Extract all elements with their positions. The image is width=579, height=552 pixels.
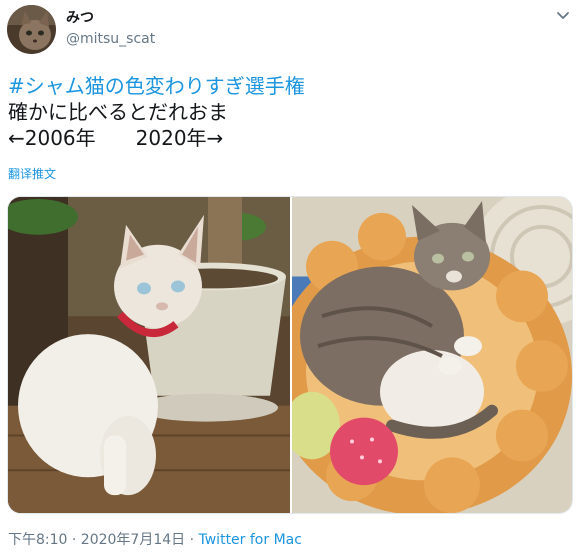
tweet-line-1: 確かに比べるとだれおま [8, 100, 228, 124]
translate-tweet-link[interactable]: 翻译推文 [8, 166, 56, 182]
source-link[interactable]: Twitter for Mac [199, 532, 302, 548]
tweet-text: #シャム猫の色変わりすぎ選手権 確かに比べるとだれおま ←2006年 2020年… [8, 73, 568, 151]
grey-tabby-cat-in-bed-photo[interactable] [292, 197, 572, 513]
cat-avatar-icon [7, 5, 56, 54]
chevron-down-icon[interactable] [555, 8, 571, 24]
tweet-card: みつ @mitsu_scat #シャム猫の色変わりすぎ選手権 確かに比べるとだれ… [0, 0, 579, 552]
hashtag-link[interactable]: #シャム猫の色変わりすぎ選手権 [8, 73, 568, 99]
white-siamese-kitten-photo[interactable] [8, 197, 290, 513]
avatar[interactable] [7, 5, 56, 54]
footer-separator: · [185, 532, 199, 548]
tweet-footer: 下午8:10 · 2020年7月14日 · Twitter for Mac [8, 531, 302, 549]
timestamp[interactable]: 下午8:10 · 2020年7月14日 [8, 532, 185, 548]
tweet-line-2: ←2006年 2020年→ [8, 126, 224, 150]
display-name[interactable]: みつ [66, 9, 94, 27]
media-grid [7, 196, 573, 514]
user-handle[interactable]: @mitsu_scat [66, 30, 155, 48]
